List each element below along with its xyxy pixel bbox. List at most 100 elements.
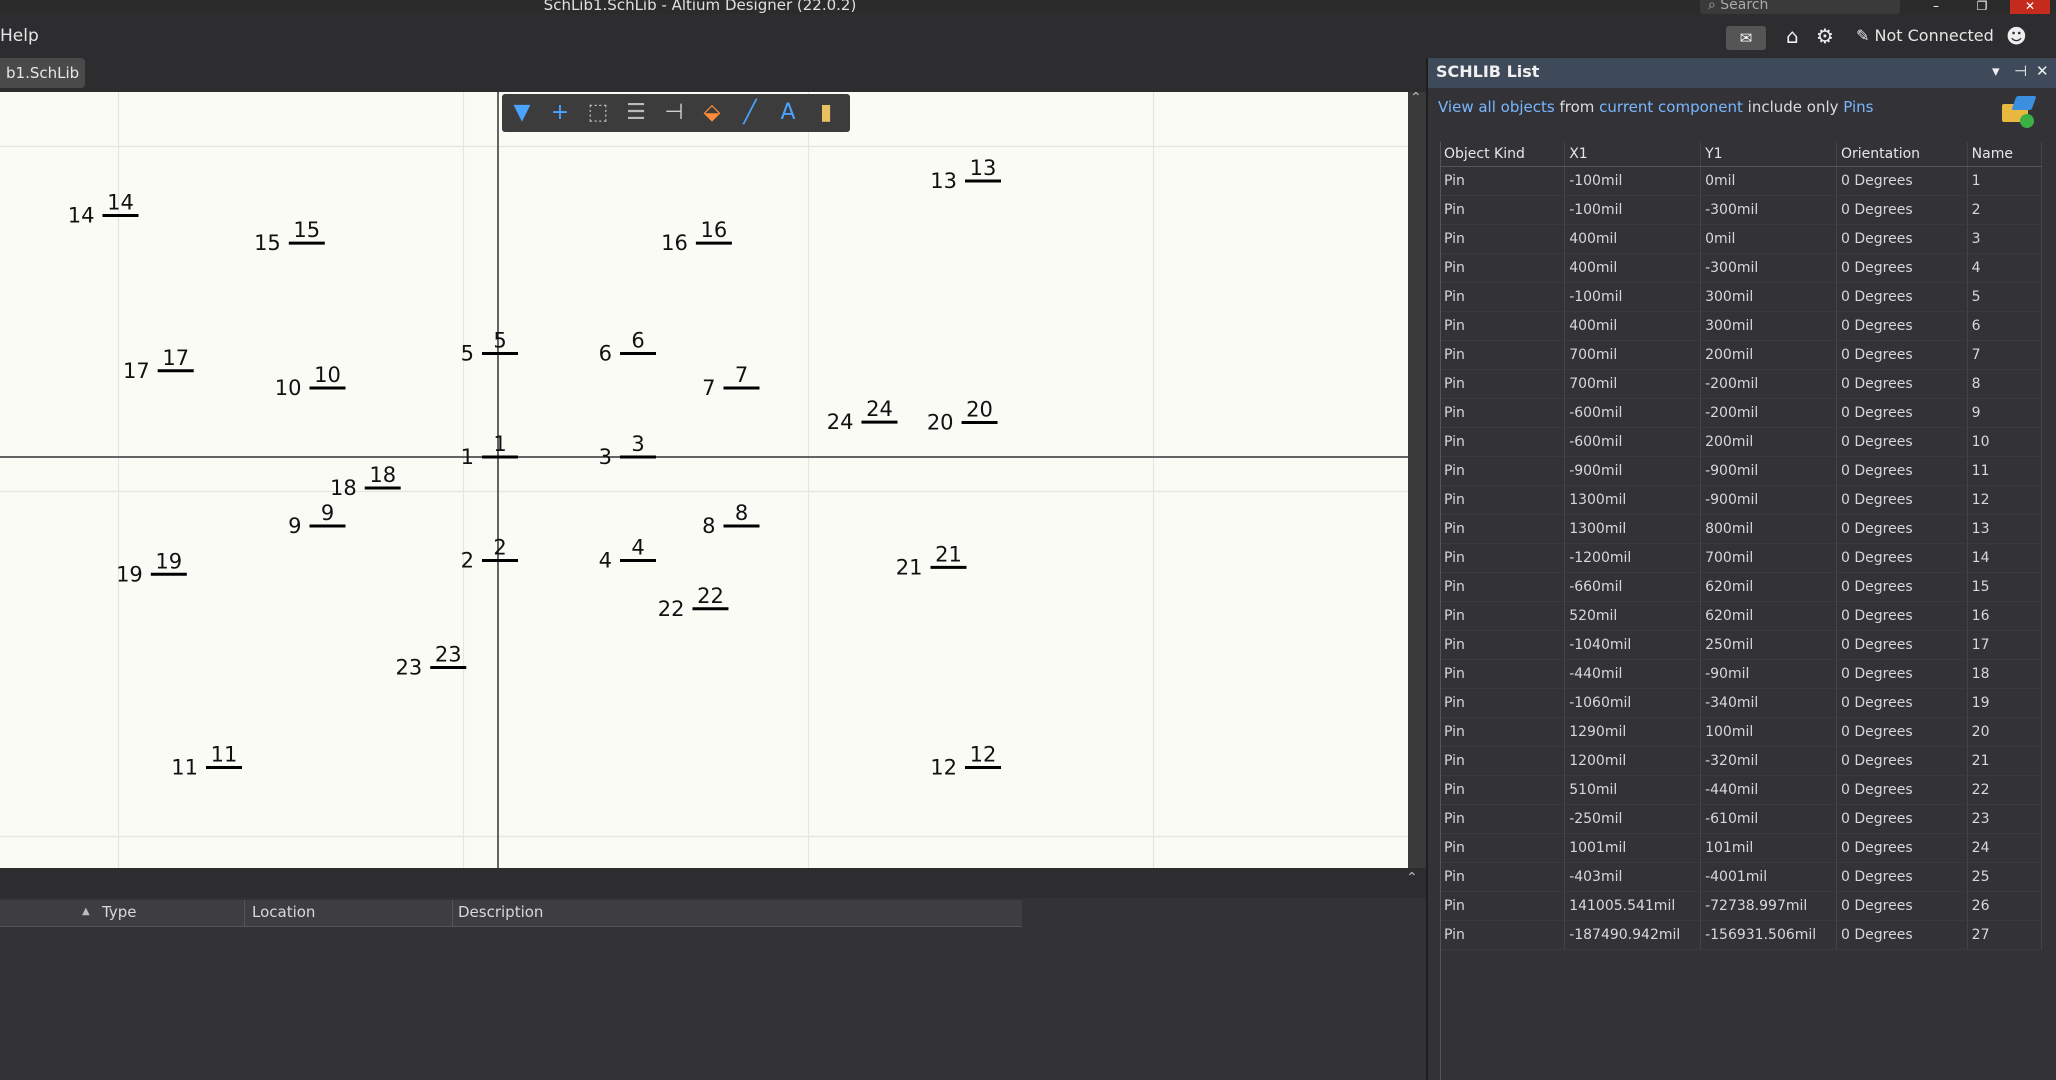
table-row[interactable]: Pin -1040mil 250mil 0 Degrees 17 bbox=[1440, 630, 2043, 660]
table-row[interactable]: Pin 520mil 620mil 0 Degrees 16 bbox=[1440, 601, 2043, 631]
table-row[interactable]: Pin 1200mil -320mil 0 Degrees 21 bbox=[1440, 746, 2043, 776]
select-rect-icon[interactable]: ⬚ bbox=[584, 99, 612, 127]
collapse-panel-icon[interactable]: ⌃ bbox=[1406, 870, 1418, 886]
column-description[interactable]: Description bbox=[458, 903, 543, 921]
table-row[interactable]: Pin -600mil 200mil 0 Degrees 10 bbox=[1440, 427, 2043, 457]
table-row[interactable]: Pin -900mil -900mil 0 Degrees 11 bbox=[1440, 456, 2043, 486]
line-icon[interactable]: ╱ bbox=[736, 99, 764, 127]
list-edit-icon[interactable] bbox=[2000, 94, 2037, 130]
table-cell: 620mil bbox=[1700, 601, 1837, 631]
table-cell: 18 bbox=[1967, 659, 2043, 689]
home-icon[interactable]: ⌂ bbox=[1786, 24, 1799, 48]
text-icon[interactable]: A bbox=[774, 99, 802, 127]
schematic-pin[interactable]: 55 bbox=[461, 329, 518, 366]
schematic-pin[interactable]: 77 bbox=[702, 363, 760, 400]
panel-close-icon[interactable]: ✕ bbox=[2036, 62, 2049, 80]
schematic-pin[interactable]: 1717 bbox=[123, 346, 194, 383]
plus-icon[interactable]: + bbox=[546, 99, 574, 127]
pin-designator: 15 bbox=[293, 218, 320, 242]
schematic-pin[interactable]: 1515 bbox=[254, 218, 325, 255]
table-row[interactable]: Pin -1060mil -340mil 0 Degrees 19 bbox=[1440, 688, 2043, 718]
column-header[interactable]: Y1 bbox=[1700, 142, 1837, 167]
schematic-pin[interactable]: 1616 bbox=[661, 218, 732, 255]
search-input[interactable]: ⌕ Search bbox=[1700, 0, 1900, 14]
schematic-pin[interactable]: 2020 bbox=[927, 398, 998, 435]
maximize-button[interactable]: ❐ bbox=[1962, 0, 2002, 14]
schematic-pin[interactable]: 24 24 bbox=[827, 397, 898, 434]
menu-help[interactable]: Help bbox=[0, 26, 39, 46]
table-row[interactable]: Pin 1300mil -900mil 0 Degrees 12 bbox=[1440, 485, 2043, 515]
filter-view-link[interactable]: View all objects bbox=[1438, 98, 1555, 116]
table-cell: -900mil bbox=[1700, 485, 1837, 515]
table-cell: 1200mil bbox=[1564, 746, 1702, 776]
schematic-pin[interactable]: 12 12 bbox=[930, 743, 1001, 780]
sort-up-icon[interactable]: ▲ bbox=[82, 906, 90, 917]
table-row[interactable]: Pin -250mil -610mil 0 Degrees 23 bbox=[1440, 804, 2043, 834]
table-row[interactable]: Pin 700mil 200mil 0 Degrees 7 bbox=[1440, 340, 2043, 370]
schematic-pin[interactable]: 99 bbox=[288, 501, 346, 538]
table-row[interactable]: Pin 510mil -440mil 0 Degrees 22 bbox=[1440, 775, 2043, 805]
column-location[interactable]: Location bbox=[252, 903, 315, 921]
schematic-pin[interactable]: 33 bbox=[599, 432, 656, 469]
column-header[interactable]: Name bbox=[1967, 142, 2043, 167]
column-header[interactable]: Orientation bbox=[1836, 142, 1968, 167]
notifications-icon[interactable]: ✉ bbox=[1726, 26, 1766, 50]
canvas-scrollbar[interactable]: ⌃ bbox=[1408, 90, 1426, 868]
schematic-pin[interactable]: 10 10 bbox=[275, 363, 346, 400]
table-row[interactable]: Pin -403mil -4001mil 0 Degrees 25 bbox=[1440, 862, 2043, 892]
table-row[interactable]: Pin 1300mil 800mil 0 Degrees 13 bbox=[1440, 514, 2043, 544]
table-row[interactable]: Pin 400mil -300mil 0 Degrees 4 bbox=[1440, 253, 2043, 283]
schematic-pin[interactable]: 22 bbox=[461, 536, 518, 573]
table-row[interactable]: Pin -100mil -300mil 0 Degrees 2 bbox=[1440, 195, 2043, 225]
user-icon[interactable]: ☻ bbox=[2006, 24, 2027, 48]
schematic-pin[interactable]: 22 22 bbox=[658, 584, 729, 621]
eraser-icon[interactable]: ⬙ bbox=[698, 99, 726, 127]
table-row[interactable]: Pin -100mil 0mil 0 Degrees 1 bbox=[1440, 166, 2043, 196]
filter-icon[interactable]: ▼ bbox=[508, 99, 536, 127]
part-icon[interactable]: ▮ bbox=[812, 99, 840, 127]
schematic-pin[interactable]: 1818 bbox=[330, 463, 401, 500]
table-row[interactable]: Pin 400mil 300mil 0 Degrees 6 bbox=[1440, 311, 2043, 341]
column-header[interactable]: X1 bbox=[1564, 142, 1702, 167]
schematic-pin[interactable]: 21 21 bbox=[896, 542, 967, 579]
table-row[interactable]: Pin -187490.942mil -156931.506mil 0 Degrees… bbox=[1440, 920, 2043, 950]
table-cell: -900mil bbox=[1564, 456, 1702, 486]
table-cell: 0 Degrees bbox=[1836, 195, 1968, 225]
panel-menu-icon[interactable]: ▾ bbox=[1992, 62, 2000, 80]
gear-icon[interactable]: ⚙ bbox=[1816, 24, 1834, 48]
table-row[interactable]: Pin -660mil 620mil 0 Degrees 15 bbox=[1440, 572, 2043, 602]
schematic-pin[interactable]: 1919 bbox=[116, 549, 187, 586]
table-row[interactable]: Pin -600mil -200mil 0 Degrees 9 bbox=[1440, 398, 2043, 428]
schematic-pin[interactable]: 23 23 bbox=[396, 642, 467, 679]
connection-status[interactable]: ✎ Not Connected bbox=[1856, 26, 1994, 45]
schematic-pin[interactable]: 14 14 bbox=[68, 191, 139, 228]
table-cell: 0 Degrees bbox=[1836, 456, 1968, 486]
table-cell: 9 bbox=[1967, 398, 2043, 428]
collapse-up-icon[interactable]: ⌃ bbox=[1410, 90, 1422, 106]
schematic-pin[interactable]: 88 bbox=[702, 501, 760, 538]
schematic-pin[interactable]: 11 11 bbox=[171, 743, 242, 780]
table-row[interactable]: Pin -100mil 300mil 0 Degrees 5 bbox=[1440, 282, 2043, 312]
panel-pin-icon[interactable]: ⊣ bbox=[2014, 62, 2027, 80]
filter-scope-link[interactable]: current component bbox=[1599, 98, 1743, 116]
column-type[interactable]: Type bbox=[102, 903, 136, 921]
table-row[interactable]: Pin -1200mil 700mil 0 Degrees 14 bbox=[1440, 543, 2043, 573]
schematic-canvas[interactable]: 1 1 2 2 3 3 4 4 5 5 6 6 7 7 8 8 9 9 10 10 11 11 12 12 13 13 14 14 15… bbox=[0, 92, 1408, 868]
schematic-pin[interactable]: 44 bbox=[599, 536, 656, 573]
table-row[interactable]: Pin 700mil -200mil 0 Degrees 8 bbox=[1440, 369, 2043, 399]
document-tab[interactable]: b1.SchLib bbox=[0, 58, 86, 88]
align-icon[interactable]: ☰ bbox=[622, 99, 650, 127]
minimize-button[interactable]: – bbox=[1916, 0, 1956, 14]
pin-icon[interactable]: ⊣ bbox=[660, 99, 688, 127]
table-row[interactable]: Pin 141005.541mil -72738.997mil 0 Degrees 26 bbox=[1440, 891, 2043, 921]
close-button[interactable]: ✕ bbox=[2010, 0, 2050, 14]
filter-kind-link[interactable]: Pins bbox=[1843, 98, 1873, 116]
schematic-pin[interactable]: 66 bbox=[599, 329, 656, 366]
column-header[interactable]: Object Kind bbox=[1440, 142, 1566, 167]
table-row[interactable]: Pin 400mil 0mil 0 Degrees 3 bbox=[1440, 224, 2043, 254]
table-row[interactable]: Pin 1001mil 101mil 0 Degrees 24 bbox=[1440, 833, 2043, 863]
table-row[interactable]: Pin -440mil -90mil 0 Degrees 18 bbox=[1440, 659, 2043, 689]
schematic-pin[interactable]: 13 13 bbox=[930, 156, 1001, 193]
schematic-pin[interactable]: 11 bbox=[461, 432, 518, 469]
table-row[interactable]: Pin 1290mil 100mil 0 Degrees 20 bbox=[1440, 717, 2043, 747]
